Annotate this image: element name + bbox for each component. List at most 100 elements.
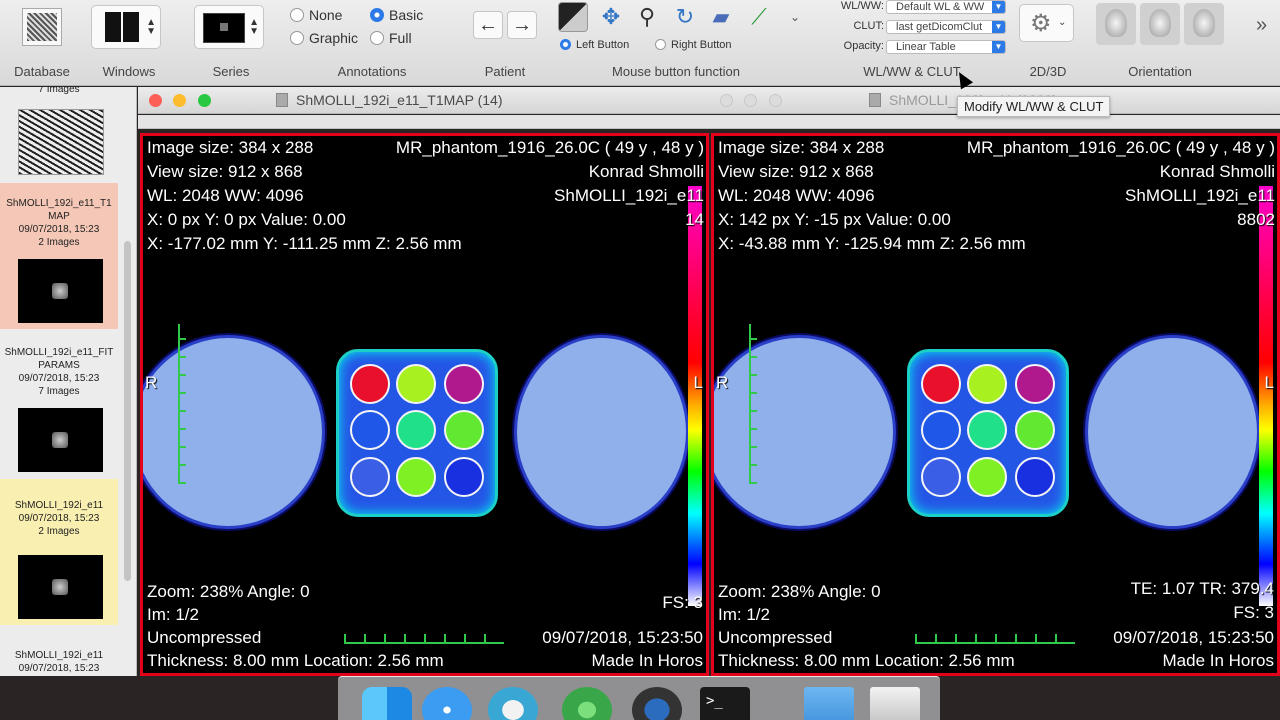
minimize-icon[interactable]: [173, 94, 186, 107]
overlay-study: MR_phantom_1916_26.0C ( 49 y , 48 y ): [395, 138, 704, 157]
image-viewport[interactable]: Image size: 384 x 288 MR_phantom_1916_26…: [140, 133, 709, 676]
series-count: 7 Images: [38, 87, 80, 95]
radio-icon: [655, 39, 666, 50]
sidebar-scrollbar[interactable]: [124, 241, 131, 581]
annotation-basic-radio[interactable]: Basic: [370, 7, 423, 23]
viewer-window-left[interactable]: ShMOLLI_192i_e11_T1MAP (14) Image size: …: [138, 87, 709, 676]
annotation-graphic-radio[interactable]: Graphic: [290, 30, 358, 46]
colorbar: [1259, 186, 1273, 606]
sagittal-orientation-icon[interactable]: [1184, 3, 1224, 45]
zoom-tool-icon[interactable]: ⚲: [632, 2, 662, 32]
image-viewport[interactable]: Image size: 384 x 288 MR_phantom_1916_26…: [711, 133, 1280, 676]
vial: [444, 410, 484, 450]
axial-orientation-icon[interactable]: [1096, 3, 1136, 45]
move-tool-icon[interactable]: ✥: [596, 2, 626, 32]
vial: [967, 457, 1007, 497]
quicktime-icon[interactable]: [632, 687, 682, 720]
minimize-icon[interactable]: [744, 94, 757, 107]
overlay-zoom: Zoom: 238% Angle: 0: [718, 582, 881, 601]
vial: [396, 364, 436, 404]
clut-value: last getDicomClut: [896, 21, 983, 33]
series-layout-button[interactable]: ▲ ▼: [194, 5, 264, 49]
series-name-cont: PARAMS: [38, 360, 80, 371]
viewer-window-right[interactable]: ShMOLLI_192i_e11 (8802) Image size: 384 …: [709, 87, 1280, 676]
vertical-scale-bar: [178, 324, 186, 484]
terminal-glyph: >_: [706, 693, 723, 709]
series-thumbnail[interactable]: [18, 109, 104, 175]
time-ruler[interactable]: [709, 115, 1280, 129]
vial: [350, 410, 390, 450]
overlay-zoom: Zoom: 238% Angle: 0: [147, 582, 310, 601]
orientation-marker-right: R: [716, 373, 729, 392]
previous-patient-button[interactable]: ←: [473, 11, 503, 39]
window-titlebar[interactable]: ShMOLLI_192i_e11_T1MAP (14): [138, 87, 709, 114]
view-2d3d-button[interactable]: ⚙ ⌄: [1019, 4, 1074, 42]
sidebar-series-item[interactable]: ShMOLLI_192i_e11_FIT PARAMS 09/07/2018, …: [0, 330, 118, 476]
radio-selected-icon: [560, 39, 571, 50]
left-button-label: Left Button: [576, 39, 630, 51]
sidebar-series-item[interactable]: 7 Images: [0, 87, 118, 96]
wlww-value: Default WL & WW: [896, 1, 985, 13]
overlay-patient: Konrad Shmolli: [1159, 162, 1275, 181]
coronal-orientation-icon[interactable]: [1140, 3, 1180, 45]
annotation-full-radio[interactable]: Full: [370, 30, 412, 46]
vial: [1015, 457, 1055, 497]
orientation-group: Orientation: [1090, 0, 1230, 86]
mouse-function-group: ✥ ⚲ ↻ ▰ ⟋ ⌄ Left Button Right Button Mou…: [548, 0, 804, 86]
wlww-clut-label: WL/WW & CLUT: [863, 64, 961, 79]
trash-icon[interactable]: [870, 687, 920, 720]
terminal-icon[interactable]: >_: [700, 687, 750, 720]
right-button-radio[interactable]: Right Button: [655, 39, 732, 51]
series-name: ShMOLLI_192i_e11: [14, 500, 104, 511]
overlay-pixel-value: X: 0 px Y: 0 px Value: 0.00: [147, 210, 346, 229]
database-icon[interactable]: [22, 8, 62, 46]
annotation-none-radio[interactable]: None: [290, 7, 342, 23]
wlww-tool-icon[interactable]: [558, 2, 588, 32]
orientation-label: Orientation: [1128, 64, 1192, 79]
safari-icon[interactable]: [422, 687, 472, 720]
sidebar-series-item[interactable]: ShMOLLI_192i_e11 09/07/2018, 15:23 2 Ima…: [0, 479, 118, 625]
stack-tool-icon[interactable]: ▰: [706, 2, 736, 32]
database-group[interactable]: Database: [0, 0, 84, 86]
overlay-image-number: 14: [685, 210, 704, 229]
finder-icon[interactable]: [362, 687, 412, 720]
clut-select[interactable]: last getDicomClut ▼: [886, 20, 1006, 34]
overlay-datetime: 09/07/2018, 15:23:50: [1113, 628, 1274, 647]
close-icon[interactable]: [149, 94, 162, 107]
overlay-series: ShMOLLI_192i_e11: [554, 186, 704, 205]
toolbar: Database Windows ▲ ▼ Series ▲ ▼ None Basic…: [0, 0, 1280, 86]
zoom-window-icon[interactable]: [769, 94, 782, 107]
series-date: 09/07/2018, 15:23: [18, 373, 100, 384]
folder-icon[interactable]: [804, 687, 854, 720]
stepper-icon[interactable]: ▲ ▼: [249, 18, 259, 37]
time-ruler[interactable]: [138, 115, 709, 129]
stepper-icon[interactable]: ▲ ▼: [146, 18, 156, 37]
annotations-label: Annotations: [337, 64, 407, 79]
vial: [350, 457, 390, 497]
atom-icon[interactable]: [562, 687, 612, 720]
next-patient-button[interactable]: →: [507, 11, 537, 39]
overlay-made-in: Made In Horos: [1162, 651, 1275, 670]
horizontal-scale-bar: [344, 634, 504, 644]
overlay-patient: Konrad Shmolli: [588, 162, 704, 181]
horos-icon[interactable]: [488, 687, 538, 720]
sidebar-series-item[interactable]: ShMOLLI_192i_e11_T1 MAP 09/07/2018, 15:2…: [0, 183, 118, 329]
overlay-thickness: Thickness: 8.00 mm Location: 2.56 mm: [147, 651, 444, 670]
windows-layout-button[interactable]: ▲ ▼: [91, 5, 161, 49]
radio-icon: [370, 31, 384, 45]
sidebar-series-item[interactable]: ShMOLLI_192i_e11 09/07/2018, 15:23: [0, 627, 118, 676]
zoom-window-icon[interactable]: [198, 94, 211, 107]
wlww-select[interactable]: Default WL & WW ▼: [886, 0, 1006, 14]
opacity-select[interactable]: Linear Table ▼: [886, 40, 1006, 54]
rotate-tool-icon[interactable]: ↻: [670, 2, 700, 32]
measure-tool-icon[interactable]: ⟋: [744, 2, 774, 32]
overlay-made-in: Made In Horos: [591, 651, 704, 670]
chevron-down-icon: ⌄: [1058, 17, 1067, 28]
left-button-radio[interactable]: Left Button: [560, 39, 629, 51]
database-label: Database: [14, 64, 70, 79]
right-button-label: Right Button: [671, 39, 732, 51]
close-icon[interactable]: [720, 94, 733, 107]
patient-group: ← → Patient: [462, 0, 548, 86]
horizontal-scale-bar: [915, 634, 1075, 644]
toolbar-overflow-icon[interactable]: »: [1256, 14, 1267, 37]
